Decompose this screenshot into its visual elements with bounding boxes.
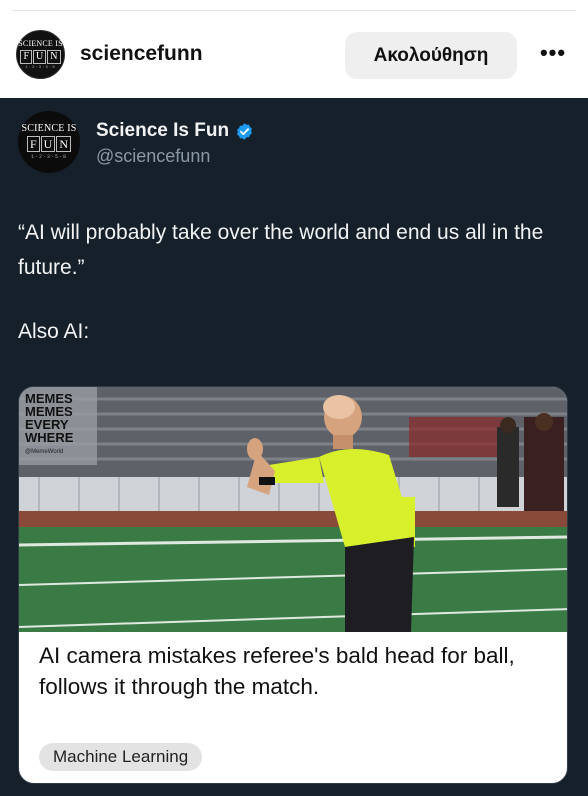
- logo-letter: N: [47, 49, 61, 64]
- watermark-text: WHERE: [25, 430, 74, 445]
- author-handle: @sciencefunn: [96, 146, 211, 166]
- divider: [12, 10, 576, 11]
- logo-letter: F: [26, 136, 40, 152]
- follow-button[interactable]: Ακολούθηση: [345, 32, 517, 79]
- verified-badge-icon: [237, 122, 252, 140]
- tweet-text: “AI will probably take over the world an…: [18, 221, 544, 279]
- author-avatar: SCIENCE IS F U N 1·2·3·5·8: [18, 111, 80, 173]
- logo-text: SCIENCE IS: [18, 38, 63, 48]
- logo-letter: U: [40, 136, 56, 152]
- display-name-text: Science Is Fun: [96, 120, 230, 141]
- tweet-screenshot: SCIENCE IS F U N 1·2·3·5·8 Science Is Fu…: [0, 98, 588, 796]
- logo-letters: F U N: [20, 49, 61, 64]
- more-dots-icon[interactable]: •••: [538, 38, 568, 68]
- avatar[interactable]: SCIENCE IS F U N 1·2·3·5·8: [16, 30, 65, 79]
- referee-photo: MEMES MEMES EVERY WHERE @MemeWorld: [19, 387, 567, 632]
- logo-letter: N: [56, 136, 72, 152]
- logo-numbers: 1·2·3·5·8: [25, 65, 56, 70]
- category-tag[interactable]: Machine Learning: [39, 743, 203, 771]
- news-card[interactable]: MEMES MEMES EVERY WHERE @MemeWorld AI ca…: [18, 386, 568, 784]
- logo-numbers: 1·2·3·5·8: [30, 154, 67, 160]
- logo-letters: F U N: [26, 136, 72, 152]
- author-name: Science Is Fun: [96, 120, 254, 142]
- tweet-text-secondary: Also AI:: [18, 320, 90, 343]
- logo-letter: F: [20, 49, 33, 64]
- username[interactable]: sciencefunn: [80, 42, 203, 66]
- card-headline[interactable]: AI camera mistakes referee's bald head f…: [39, 640, 559, 702]
- logo-text: SCIENCE IS: [21, 123, 77, 134]
- watermark-handle: @MemeWorld: [25, 449, 63, 455]
- instagram-post-header: SCIENCE IS F U N 1·2·3·5·8 sciencefunn Α…: [0, 0, 588, 100]
- logo-letter: U: [33, 49, 47, 64]
